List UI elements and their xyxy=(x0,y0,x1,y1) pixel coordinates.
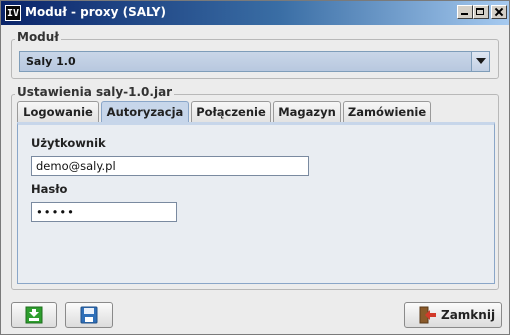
module-select-value: Saly 1.0 xyxy=(26,55,76,68)
export-button[interactable] xyxy=(11,302,57,328)
password-input[interactable]: ••••• xyxy=(31,202,177,222)
door-exit-icon xyxy=(419,306,436,324)
chevron-down-icon xyxy=(476,58,486,64)
tab-magazyn[interactable]: Magazyn xyxy=(273,101,341,123)
close-button-label: Zamknij xyxy=(441,308,496,322)
app-icon: IV xyxy=(5,5,21,21)
download-icon xyxy=(25,306,43,324)
floppy-disk-icon xyxy=(80,306,98,324)
save-button[interactable] xyxy=(65,302,113,328)
user-input[interactable]: demo@saly.pl xyxy=(31,156,309,176)
title-bar[interactable]: IV Moduł - proxy (SALY) xyxy=(1,1,509,25)
user-label: Użytkownik xyxy=(31,136,106,150)
module-select[interactable]: Saly 1.0 xyxy=(19,51,490,72)
tab-polaczenie[interactable]: Połączenie xyxy=(191,101,271,123)
close-window-button[interactable] xyxy=(491,5,507,19)
settings-legend: Ustawienia saly-1.0.jar xyxy=(15,85,175,99)
close-icon xyxy=(492,6,506,18)
modul-legend: Moduł xyxy=(15,30,61,44)
window-title: Moduł - proxy (SALY) xyxy=(25,5,166,19)
tab-zamowienie[interactable]: Zamówienie xyxy=(343,101,431,123)
minimize-button[interactable] xyxy=(457,5,473,19)
dropdown-arrow-button[interactable] xyxy=(471,52,489,71)
close-button[interactable]: Zamknij xyxy=(404,302,502,328)
tab-autoryzacja[interactable]: Autoryzacja xyxy=(101,101,189,124)
password-label: Hasło xyxy=(31,182,68,196)
minimize-icon xyxy=(458,6,472,18)
maximize-button[interactable] xyxy=(473,5,489,19)
maximize-icon xyxy=(474,6,488,18)
tab-logowanie[interactable]: Logowanie xyxy=(17,101,99,123)
dialog-window: IV Moduł - proxy (SALY) Moduł Saly 1.0 U… xyxy=(0,0,510,335)
